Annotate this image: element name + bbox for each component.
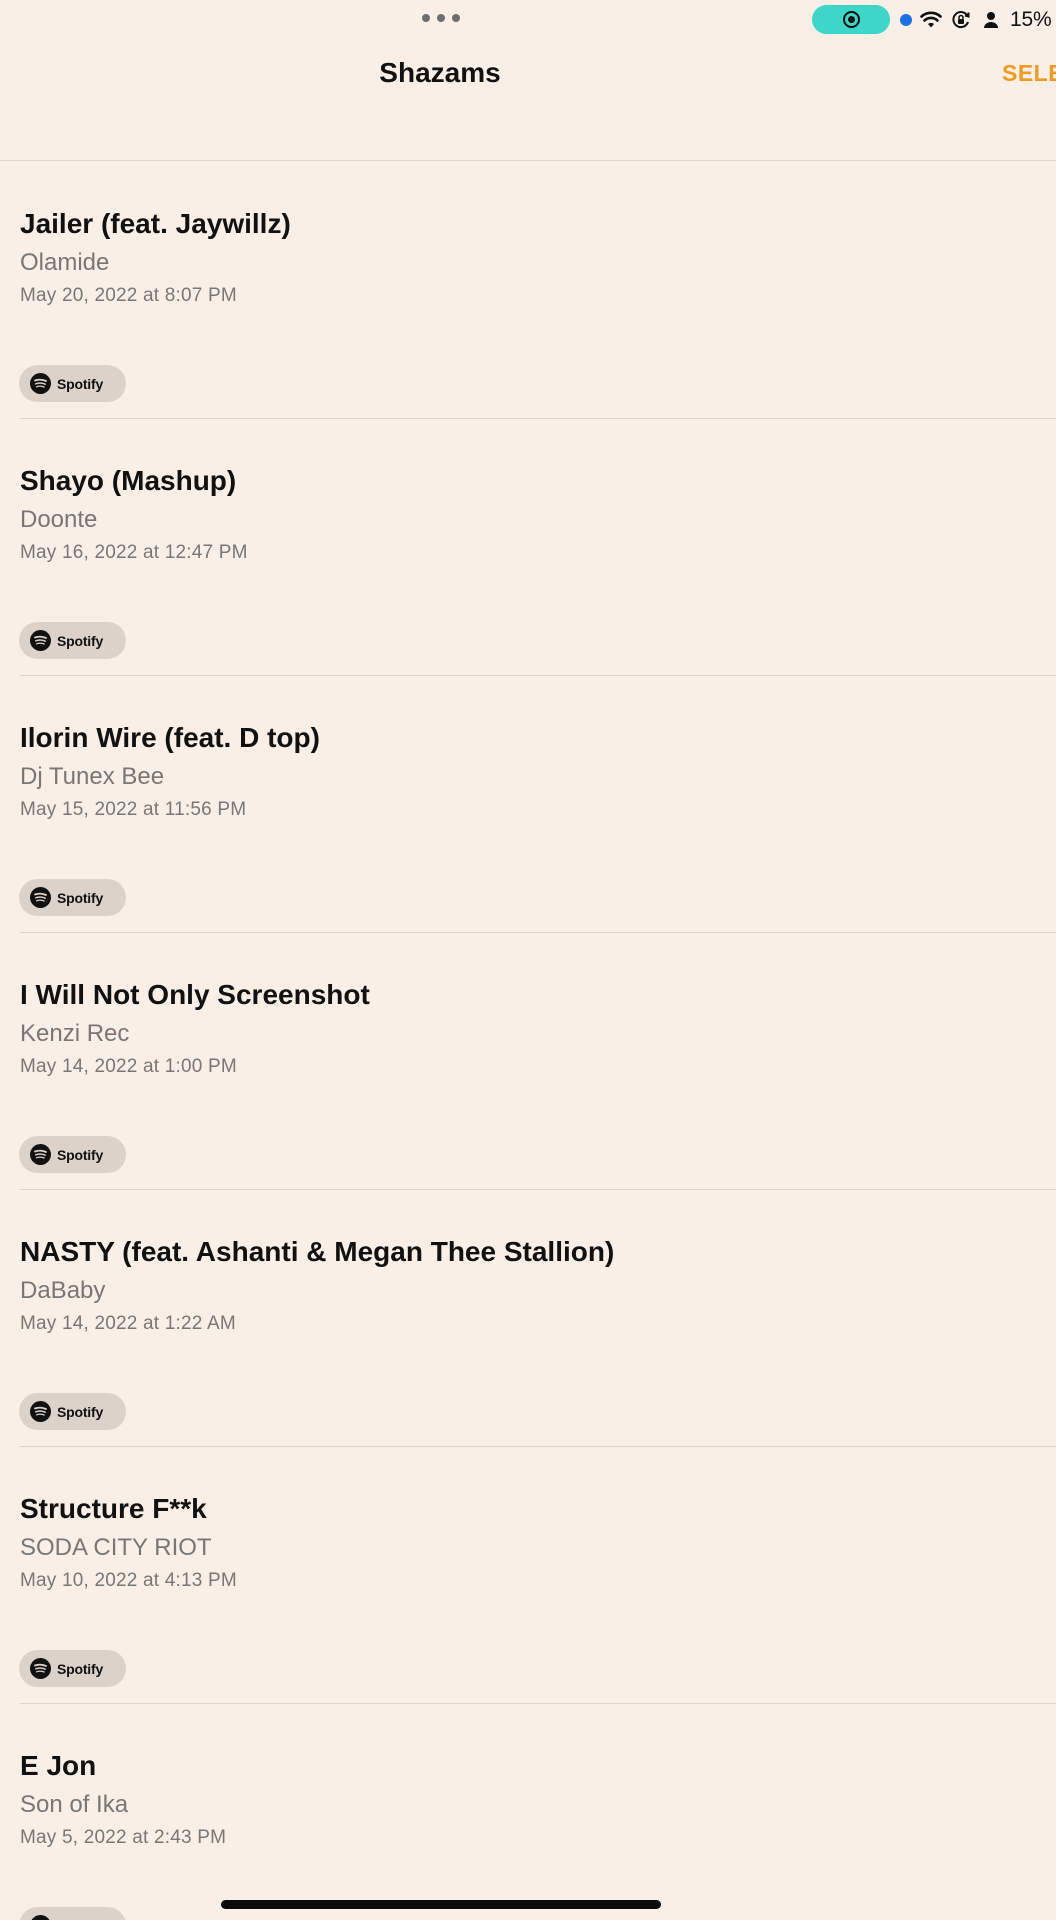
open-in-spotify-button[interactable]: Spotify: [19, 1650, 126, 1687]
song-title: Shayo (Mashup): [20, 465, 237, 496]
list-item[interactable]: Ilorin Wire (feat. D top) Dj Tunex Bee May…: [0, 675, 1056, 932]
shazam-date: May 16, 2022 at 12:47 PM: [20, 542, 248, 563]
song-artist: SODA CITY RIOT: [20, 1534, 212, 1561]
spotify-icon: [30, 630, 51, 651]
spotify-icon: [30, 1915, 51, 1920]
song-title: Ilorin Wire (feat. D top): [20, 722, 320, 753]
shazams-screen: 15% Shazams SELE Jailer (feat. Jaywillz)…: [0, 0, 1056, 1920]
person-icon: [980, 9, 1002, 31]
song-title: Structure F**k: [20, 1493, 207, 1524]
screen-record-icon: [842, 11, 860, 28]
spotify-icon: [30, 887, 51, 908]
shazam-date: May 10, 2022 at 4:13 PM: [20, 1570, 237, 1591]
spotify-label: Spotify: [57, 1403, 104, 1420]
open-in-spotify-button[interactable]: Spotify: [19, 1136, 126, 1173]
spotify-label: Spotify: [57, 375, 104, 392]
open-in-spotify-button[interactable]: Spotify: [19, 365, 126, 402]
shazam-list: Jailer (feat. Jaywillz) Olamide May 20, 20…: [0, 161, 1056, 1920]
open-in-spotify-button[interactable]: Spotify: [19, 1393, 126, 1430]
more-dots-icon[interactable]: [422, 12, 460, 24]
spotify-icon: [30, 1401, 51, 1422]
spotify-label: Spotify: [57, 1146, 104, 1163]
spotify-label: Spotify: [57, 889, 104, 906]
song-artist: Dj Tunex Bee: [20, 763, 165, 790]
spotify-icon: [30, 373, 51, 394]
page-title: Shazams: [379, 57, 501, 88]
spotify-label: Spotify: [57, 632, 104, 649]
shazam-date: May 15, 2022 at 11:56 PM: [20, 799, 247, 820]
wifi-icon: [920, 9, 942, 31]
song-title: I Will Not Only Screenshot: [20, 979, 370, 1010]
orientation-lock-icon: [950, 9, 972, 31]
song-artist: Doonte: [20, 506, 98, 533]
song-title: NASTY (feat. Ashanti & Megan Thee Stalli…: [20, 1236, 615, 1267]
list-item[interactable]: E Jon Son of Ika May 5, 2022 at 2:43 PM Spo…: [0, 1703, 1056, 1920]
open-in-spotify-button[interactable]: Spotify: [19, 622, 126, 659]
home-indicator[interactable]: [221, 1900, 661, 1909]
song-title: Jailer (feat. Jaywillz): [20, 208, 291, 239]
location-dot-icon: [900, 14, 912, 26]
list-item[interactable]: NASTY (feat. Ashanti & Megan Thee Stalli…: [0, 1189, 1056, 1446]
list-item[interactable]: I Will Not Only Screenshot Kenzi Rec May 1…: [0, 932, 1056, 1189]
spotify-icon: [30, 1144, 51, 1165]
song-artist: Olamide: [20, 249, 110, 276]
screen-record-indicator[interactable]: [812, 5, 890, 34]
song-artist: DaBaby: [20, 1277, 106, 1304]
spotify-icon: [30, 1658, 51, 1679]
spotify-label: Spotify: [57, 1660, 104, 1677]
shazam-date: May 14, 2022 at 1:22 AM: [20, 1313, 236, 1334]
battery-percent: 15%: [1010, 8, 1052, 31]
select-button[interactable]: SELE: [1002, 60, 1056, 87]
open-in-spotify-button[interactable]: Spotify: [19, 1907, 126, 1920]
song-artist: Kenzi Rec: [20, 1020, 130, 1047]
open-in-spotify-button[interactable]: Spotify: [19, 879, 126, 916]
shazam-date: May 20, 2022 at 8:07 PM: [20, 285, 237, 306]
shazam-date: May 14, 2022 at 1:00 PM: [20, 1056, 237, 1077]
list-item[interactable]: Jailer (feat. Jaywillz) Olamide May 20, 20…: [0, 161, 1056, 418]
song-artist: Son of Ika: [20, 1791, 129, 1818]
shazam-date: May 5, 2022 at 2:43 PM: [20, 1827, 227, 1848]
list-item[interactable]: Shayo (Mashup) Doonte May 16, 2022 at 12:4…: [0, 418, 1056, 675]
list-item[interactable]: Structure F**k SODA CITY RIOT May 10, 2022…: [0, 1446, 1056, 1703]
status-bar: 15%: [900, 6, 1056, 34]
song-title: E Jon: [20, 1750, 97, 1781]
